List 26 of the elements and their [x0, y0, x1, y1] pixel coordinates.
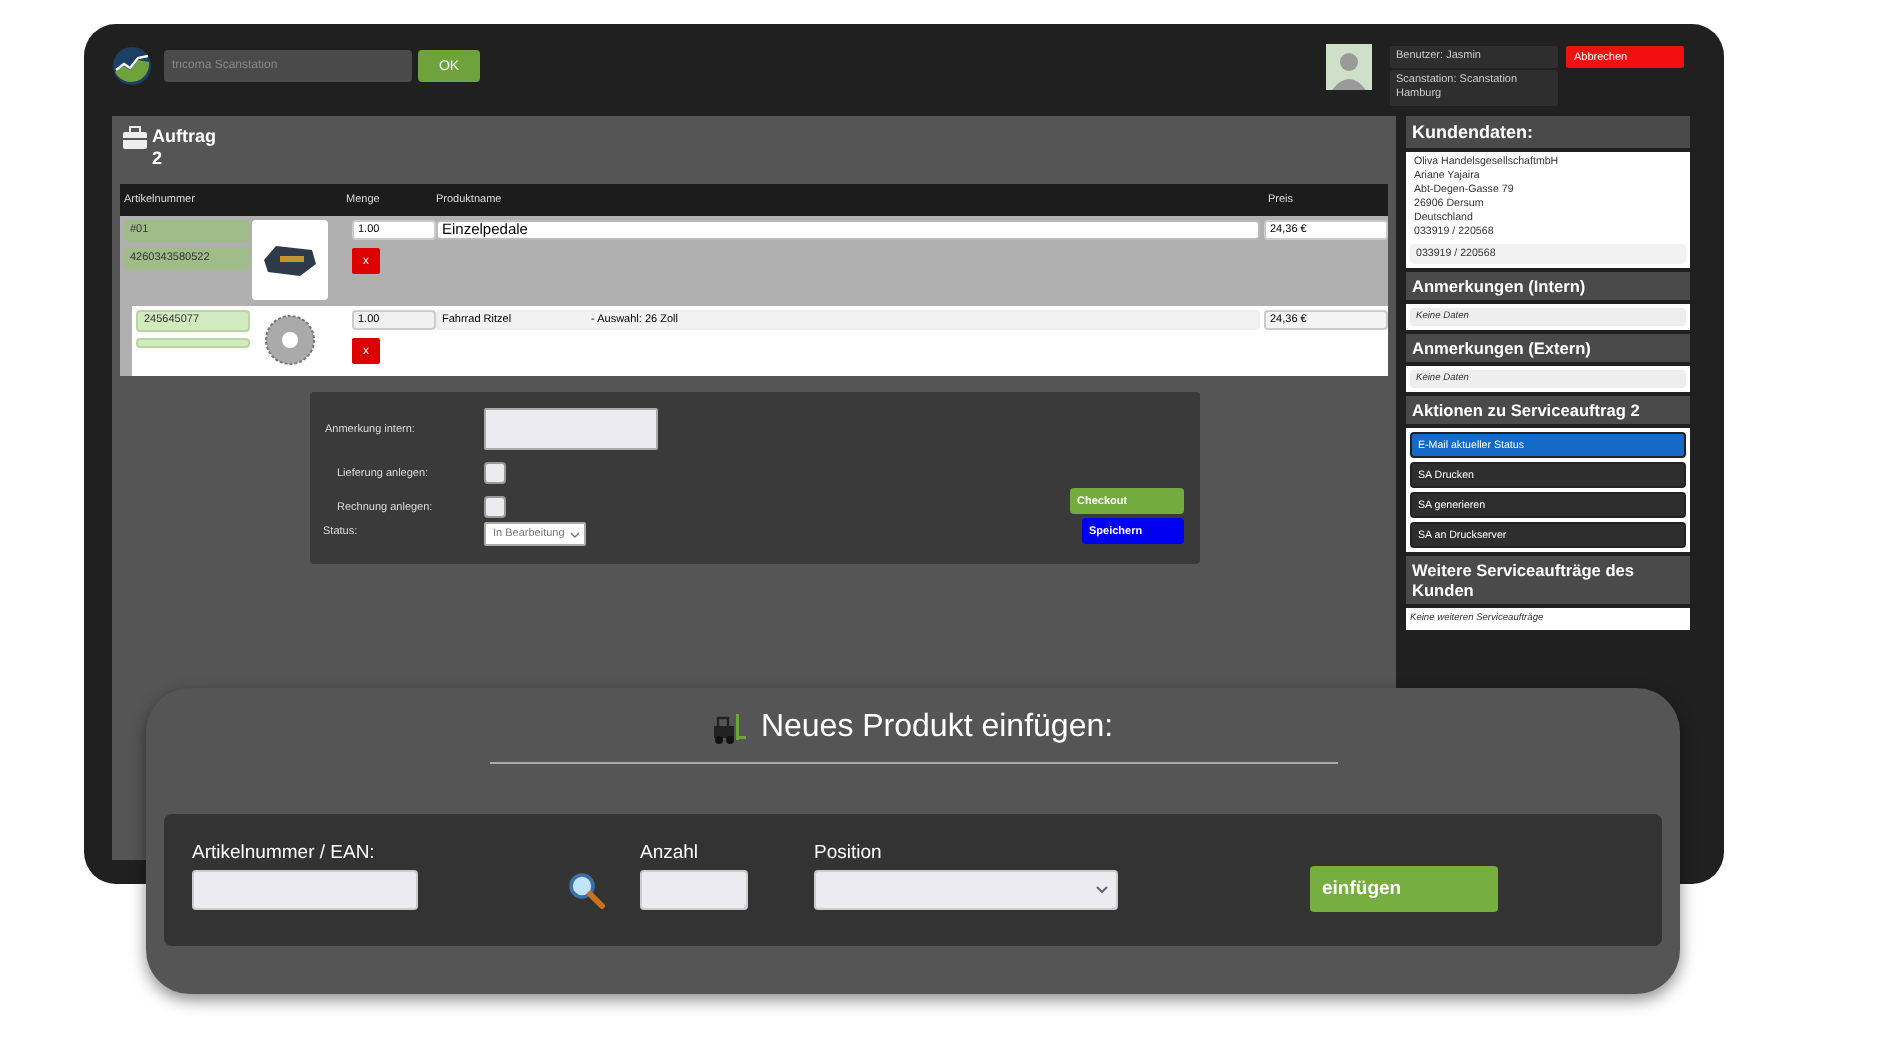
section-header: Anmerkungen (Intern): [1406, 272, 1690, 300]
article-input[interactable]: [192, 870, 418, 910]
quantity-input[interactable]: [640, 870, 748, 910]
toolbox-icon: [122, 126, 148, 150]
field-label: Artikelnummer / EAN:: [192, 842, 377, 864]
note-input[interactable]: [483, 408, 657, 450]
order-number: 2: [152, 148, 165, 170]
checkbox[interactable]: [483, 462, 505, 484]
chevron-icon: [569, 531, 579, 537]
logo-icon: [112, 46, 152, 86]
section-header: Anmerkungen (Extern): [1406, 334, 1690, 362]
order-title: Auftrag: [152, 126, 216, 148]
product-photo-placeholder: [252, 220, 328, 300]
search-icon[interactable]: [566, 870, 606, 910]
chevron-icon: [1096, 886, 1108, 894]
forklift-icon: [712, 711, 749, 745]
section-header: Weitere Serviceaufträge des Kunden: [1406, 556, 1690, 604]
field-label: Anzahl: [640, 842, 701, 864]
checkbox[interactable]: [483, 496, 505, 518]
dialog-title: Neues Produkt einfügen:: [760, 710, 1114, 746]
position-select[interactable]: [814, 870, 1118, 910]
section-header: Aktionen zu Serviceauftrag 2: [1406, 396, 1690, 424]
article-field: [136, 338, 250, 348]
field-label: Position: [814, 842, 884, 864]
section-header: Kundendaten:: [1406, 116, 1690, 148]
avatar-icon: [1326, 44, 1372, 90]
